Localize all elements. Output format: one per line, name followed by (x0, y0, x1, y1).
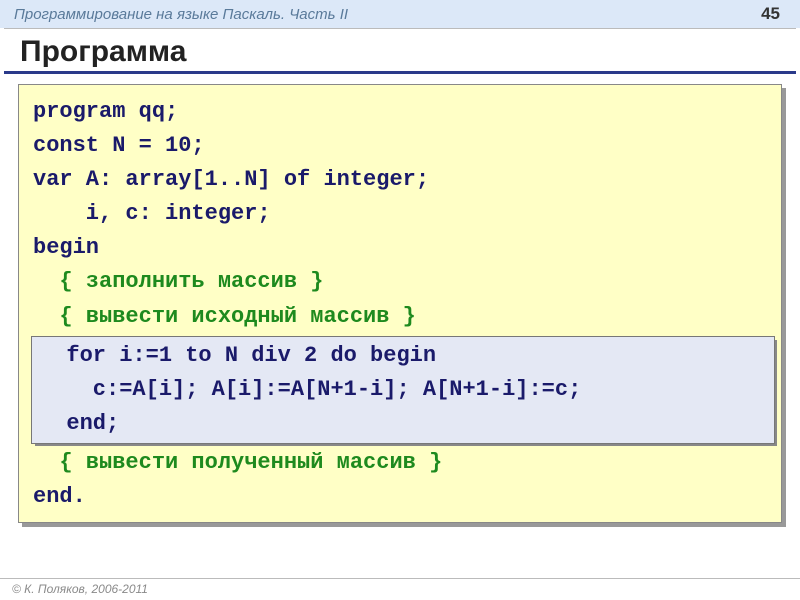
code-line: const N = 10; (33, 129, 767, 163)
footer-copyright: © К. Поляков, 2006-2011 (0, 578, 800, 600)
code-line: begin (33, 231, 767, 265)
inner-code-block: for i:=1 to N div 2 do begin c:=A[i]; A[… (31, 336, 775, 444)
slide-title: Программа (4, 28, 796, 74)
code-comment: { вывести полученный массив } (33, 446, 767, 480)
code-comment: { вывести исходный массив } (33, 300, 767, 334)
header-bar: Программирование на языке Паскаль. Часть… (0, 0, 800, 28)
code-comment: { заполнить массив } (33, 265, 767, 299)
code-line: i, c: integer; (33, 197, 767, 231)
course-title: Программирование на языке Паскаль. Часть… (14, 6, 761, 23)
code-line: for i:=1 to N div 2 do begin (40, 339, 766, 373)
code-line: c:=A[i]; A[i]:=A[N+1-i]; A[N+1-i]:=c; (40, 373, 766, 407)
code-block: program qq; const N = 10; var A: array[1… (18, 84, 782, 523)
slide: Программирование на языке Паскаль. Часть… (0, 0, 800, 600)
code-line: end; (40, 407, 766, 441)
code-line: program qq; (33, 95, 767, 129)
code-line: end. (33, 480, 767, 514)
page-number: 45 (761, 4, 780, 24)
inner-code-container: for i:=1 to N div 2 do begin c:=A[i]; A[… (31, 336, 775, 444)
code-block-container: program qq; const N = 10; var A: array[1… (18, 84, 782, 523)
code-line: var A: array[1..N] of integer; (33, 163, 767, 197)
